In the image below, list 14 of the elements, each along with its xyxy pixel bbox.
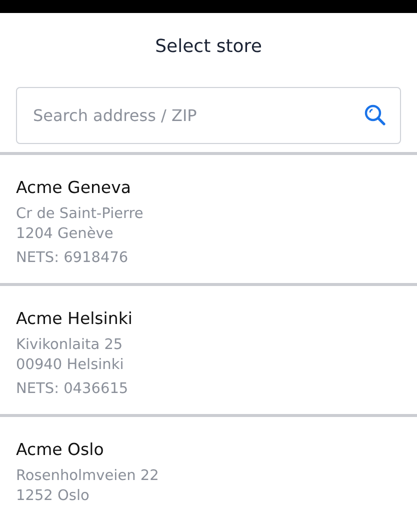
- store-name[interactable]: Acme Oslo: [16, 439, 401, 461]
- store-address-line: 1252 Oslo: [16, 487, 90, 506]
- store-address-line: Cr de Saint-Pierre: [16, 205, 144, 224]
- search-icon[interactable]: [363, 103, 387, 127]
- store-name[interactable]: Acme Geneva: [16, 177, 401, 199]
- store-address-line: Kivikonlaita 25: [16, 336, 124, 355]
- store-address-line: Rosenholmveien 22: [16, 467, 160, 486]
- store-address-line: 1204 Genève: [16, 225, 114, 244]
- search-field[interactable]: Search address / ZIP: [16, 87, 401, 144]
- store-nets-number: NETS: 6918476: [16, 249, 130, 268]
- page-title: Select store: [154, 35, 263, 59]
- store-address-line: 00940 Helsinki: [16, 356, 125, 375]
- store-name[interactable]: Acme Helsinki: [16, 308, 401, 330]
- store-nets-number: NETS: 0436615: [16, 380, 130, 399]
